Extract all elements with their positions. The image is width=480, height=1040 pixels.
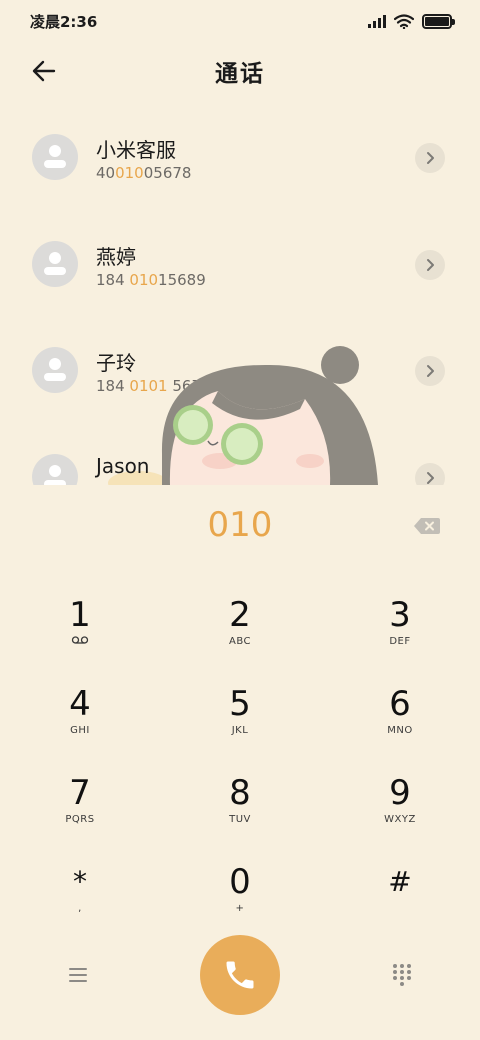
key-digit: 9 <box>389 773 411 813</box>
backspace-button[interactable] <box>413 516 441 536</box>
battery-level <box>425 16 449 26</box>
key-8[interactable]: 8 TUV <box>180 773 300 853</box>
key-letters: + <box>235 903 245 914</box>
key-digit: 3 <box>389 595 411 635</box>
status-bar: 凌晨2:36 <box>0 0 480 42</box>
key-digit: 8 <box>229 773 251 813</box>
avatar <box>32 241 78 287</box>
call-button[interactable] <box>200 935 280 1015</box>
voicemail-icon <box>20 635 140 650</box>
contact-name: 小米客服 <box>96 138 176 162</box>
key-letters: DEF <box>389 636 411 647</box>
contact-number: 4001005678 <box>96 164 192 182</box>
person-icon <box>44 358 66 381</box>
contact-results-list: 小米客服 4001005678 燕婷 184 01015689 子玲 184 0… <box>0 110 480 485</box>
key-3[interactable]: 3 DEF <box>340 595 460 675</box>
person-icon <box>44 145 66 168</box>
key-letters: , <box>78 903 82 914</box>
chevron-right-icon <box>427 259 434 271</box>
status-icons <box>368 13 455 29</box>
bottom-action-bar <box>0 935 480 1015</box>
key-digit: 1 <box>69 595 91 635</box>
key-0[interactable]: 0 + <box>180 862 300 942</box>
key-5[interactable]: 5 JKL <box>180 684 300 764</box>
contact-item[interactable]: 小米客服 4001005678 <box>0 110 480 206</box>
status-time: 凌晨2:36 <box>30 12 98 31</box>
phone-icon <box>226 961 254 989</box>
key-digit: 6 <box>389 684 411 724</box>
key-digit: 5 <box>229 684 251 724</box>
key-7[interactable]: 7 PQRS <box>20 773 140 853</box>
dialpad-grid-icon <box>393 964 411 986</box>
key-letters: WXYZ <box>384 814 416 825</box>
person-icon <box>44 465 66 485</box>
dialpad-toggle-button[interactable] <box>390 962 414 986</box>
key-star[interactable]: * , <box>20 862 140 942</box>
signal-icon <box>368 14 386 28</box>
key-digit: * <box>73 865 87 898</box>
key-9[interactable]: 9 WXYZ <box>340 773 460 853</box>
key-digit: # <box>388 865 412 898</box>
key-letters: MNO <box>387 725 413 736</box>
chevron-right-icon <box>427 152 434 164</box>
contact-name: Jason <box>96 454 150 478</box>
key-letters: PQRS <box>65 814 95 825</box>
key-1[interactable]: 1 <box>20 595 140 675</box>
key-digit: 0 <box>229 862 251 902</box>
header: 通话 <box>0 44 480 98</box>
contact-detail-button[interactable] <box>415 143 445 173</box>
contact-item[interactable]: 燕婷 184 01015689 <box>0 217 480 313</box>
key-2[interactable]: 2 ABC <box>180 595 300 675</box>
key-hash[interactable]: # <box>340 862 460 942</box>
page-title: 通话 <box>215 61 265 87</box>
key-6[interactable]: 6 MNO <box>340 684 460 764</box>
contact-item[interactable]: Jason <box>0 430 480 485</box>
contact-detail-button[interactable] <box>415 463 445 485</box>
key-letters: JKL <box>231 725 249 736</box>
chevron-right-icon <box>427 472 434 484</box>
backspace-icon <box>414 518 440 534</box>
dialed-number-display: 010 <box>207 505 273 545</box>
key-4[interactable]: 4 GHI <box>20 684 140 764</box>
menu-icon <box>69 968 87 982</box>
wifi-icon <box>394 13 414 29</box>
contact-number: 184 01015689 <box>96 271 206 289</box>
back-button[interactable] <box>28 56 62 86</box>
key-letters: TUV <box>229 814 251 825</box>
avatar <box>32 134 78 180</box>
menu-button[interactable] <box>66 965 90 985</box>
arrow-left-icon <box>32 60 56 82</box>
contact-detail-button[interactable] <box>415 250 445 280</box>
key-digit: 7 <box>69 773 91 813</box>
key-digit: 4 <box>69 684 91 724</box>
key-letters: GHI <box>70 725 90 736</box>
battery-icon <box>422 13 455 29</box>
avatar <box>32 347 78 393</box>
avatar <box>32 454 78 485</box>
key-digit: 2 <box>229 595 251 635</box>
key-letters: ABC <box>228 636 251 647</box>
person-icon <box>44 252 66 275</box>
contact-name: 燕婷 <box>96 245 136 269</box>
